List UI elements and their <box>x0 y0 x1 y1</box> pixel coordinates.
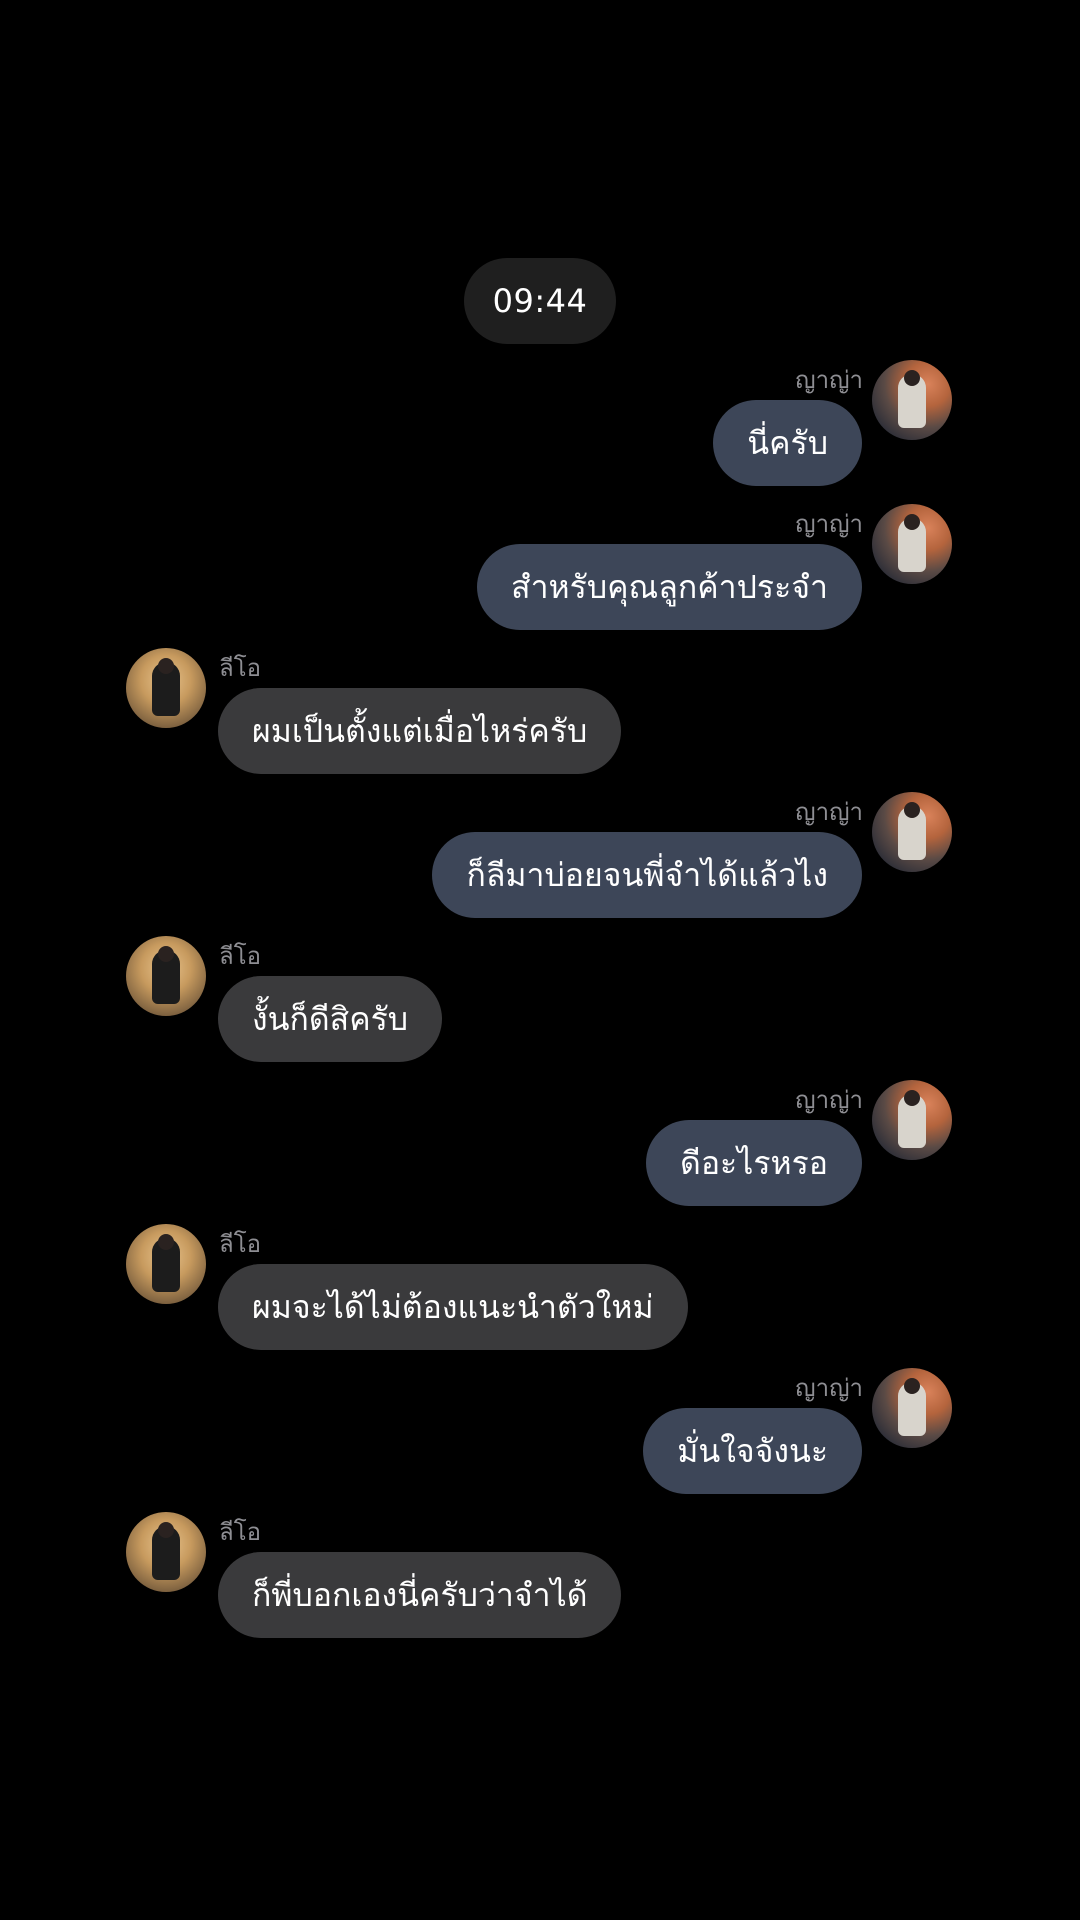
message-row: ญาญ่า สำหรับคุณลูกค้าประจำ <box>0 504 1080 634</box>
message-row: ญาญ่า ดีอะไรหรอ <box>0 1080 1080 1210</box>
avatar[interactable] <box>126 1224 206 1304</box>
avatar[interactable] <box>126 648 206 728</box>
avatar[interactable] <box>126 936 206 1016</box>
timestamp-text: 09:44 <box>492 282 588 320</box>
sender-name: ญาญ่า <box>795 366 863 394</box>
timestamp-pill: 09:44 <box>464 258 616 344</box>
sender-name: ญาญ่า <box>795 798 863 826</box>
sender-name: ญาญ่า <box>795 1086 863 1114</box>
message-bubble[interactable]: ผมเป็นตั้งแต่เมื่อไหร่ครับ <box>218 688 622 774</box>
avatar[interactable] <box>872 1080 952 1160</box>
message-bubble[interactable]: ผมจะได้ไม่ต้องแนะนำตัวใหม่ <box>218 1264 688 1350</box>
message-row: ลีโอ ผมเป็นตั้งแต่เมื่อไหร่ครับ <box>0 648 1080 778</box>
sender-name: ญาญ่า <box>795 1374 863 1402</box>
sender-name: ลีโอ <box>219 654 262 682</box>
avatar[interactable] <box>872 360 952 440</box>
sender-name: ลีโอ <box>219 1518 262 1546</box>
message-bubble[interactable]: งั้นก็ดีสิครับ <box>218 976 443 1062</box>
sender-name: ลีโอ <box>219 1230 262 1258</box>
message-bubble[interactable]: ดีอะไรหรอ <box>646 1120 862 1206</box>
message-bubble[interactable]: นี่ครับ <box>713 400 862 486</box>
message-row: ลีโอ ผมจะได้ไม่ต้องแนะนำตัวใหม่ <box>0 1224 1080 1354</box>
message-row: ญาญ่า นี่ครับ <box>0 360 1080 490</box>
message-bubble[interactable]: ก็ลีมาบ่อยจนพี่จำได้แล้วไง <box>432 832 862 918</box>
message-bubble[interactable]: ก็พี่บอกเองนี่ครับว่าจำได้ <box>218 1552 622 1638</box>
sender-name: ลีโอ <box>219 942 262 970</box>
sender-name: ญาญ่า <box>795 510 863 538</box>
message-row: ญาญ่า ก็ลีมาบ่อยจนพี่จำได้แล้วไง <box>0 792 1080 922</box>
message-row: ลีโอ ก็พี่บอกเองนี่ครับว่าจำได้ <box>0 1512 1080 1642</box>
message-bubble[interactable]: สำหรับคุณลูกค้าประจำ <box>477 544 862 630</box>
avatar[interactable] <box>872 1368 952 1448</box>
avatar[interactable] <box>126 1512 206 1592</box>
message-row: ญาญ่า มั่นใจจังนะ <box>0 1368 1080 1498</box>
message-row: ลีโอ งั้นก็ดีสิครับ <box>0 936 1080 1066</box>
message-bubble[interactable]: มั่นใจจังนะ <box>643 1408 862 1494</box>
avatar[interactable] <box>872 792 952 872</box>
avatar[interactable] <box>872 504 952 584</box>
